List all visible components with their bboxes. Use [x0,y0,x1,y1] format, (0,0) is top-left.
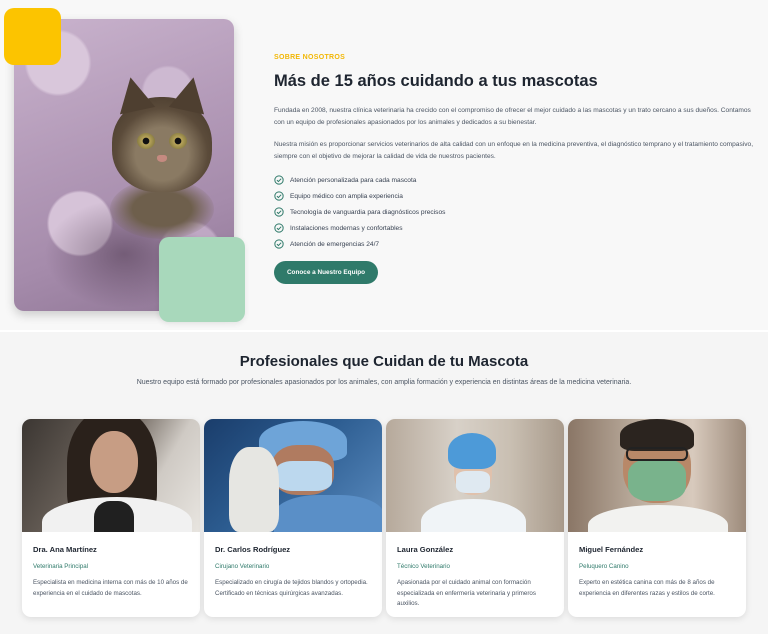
team-title: Profesionales que Cuidan de tu Mascota [239,353,529,370]
check-circle-icon [274,175,284,185]
section-eyebrow: SOBRE NOSOTROS [274,54,346,61]
list-item: Atención personalizada para cada mascota [274,172,754,188]
member-description: Especializado en cirugía de tejidos blan… [215,579,368,597]
list-item: Instalaciones modernas y confortables [274,220,754,236]
check-circle-icon [274,239,284,249]
member-name: Dra. Ana Martínez [33,545,97,554]
team-member-photo [386,419,564,532]
about-section: SOBRE NOSOTROS Más de 15 años cuidando a… [0,0,768,330]
member-role: Peluquero Canino [579,563,629,570]
team-card-laura[interactable]: Laura González Técnico Veterinario Apasi… [386,419,564,617]
team-card-ana[interactable]: Dra. Ana Martínez Veterinaria Principal … [22,419,200,617]
member-description: Experto en estética canina con más de 8 … [579,579,715,597]
about-paragraph-1: Fundada en 2008, nuestra clínica veterin… [274,107,751,126]
check-circle-icon [274,223,284,233]
member-description: Especialista en medicina interna con más… [33,579,188,597]
about-paragraph-2: Nuestra misión es proporcionar servicios… [274,141,754,160]
list-item: Equipo médico con amplia experiencia [274,188,754,204]
meet-team-button[interactable]: Conoce a Nuestro Equipo [274,261,378,284]
feature-label: Tecnología de vanguardia para diagnóstic… [290,208,446,216]
member-description: Apasionada por el cuidado animal con for… [397,579,536,607]
member-role: Cirujano Veterinario [215,563,270,570]
member-role: Veterinaria Principal [33,563,89,570]
check-circle-icon [274,191,284,201]
team-member-photo [204,419,382,532]
team-section: Profesionales que Cuidan de tu Mascota N… [0,330,768,634]
team-member-photo [568,419,746,532]
list-item: Tecnología de vanguardia para diagnóstic… [274,204,754,220]
team-member-photo [22,419,200,532]
member-role: Técnico Veterinario [397,563,450,570]
about-content: SOBRE NOSOTROS Más de 15 años cuidando a… [274,54,754,284]
list-item: Atención de emergencias 24/7 [274,236,754,252]
feature-label: Equipo médico con amplia experiencia [290,192,403,200]
team-card-carlos[interactable]: Dr. Carlos Rodríguez Cirujano Veterinari… [204,419,382,617]
team-subtitle: Nuestro equipo está formado por profesio… [136,379,632,386]
feature-label: Atención personalizada para cada mascota [290,176,417,184]
member-name: Laura González [397,545,454,554]
about-title: Más de 15 años cuidando a tus mascotas [274,72,598,90]
features-list: Atención personalizada para cada mascota… [274,172,754,252]
member-name: Miguel Fernández [579,545,644,554]
team-card-miguel[interactable]: Miguel Fernández Peluquero Canino Expert… [568,419,746,617]
feature-label: Instalaciones modernas y confortables [290,224,403,232]
decorative-yellow-square [4,8,61,65]
feature-label: Atención de emergencias 24/7 [290,240,380,248]
decorative-green-square [159,237,245,322]
check-circle-icon [274,207,284,217]
member-name: Dr. Carlos Rodríguez [215,545,291,554]
